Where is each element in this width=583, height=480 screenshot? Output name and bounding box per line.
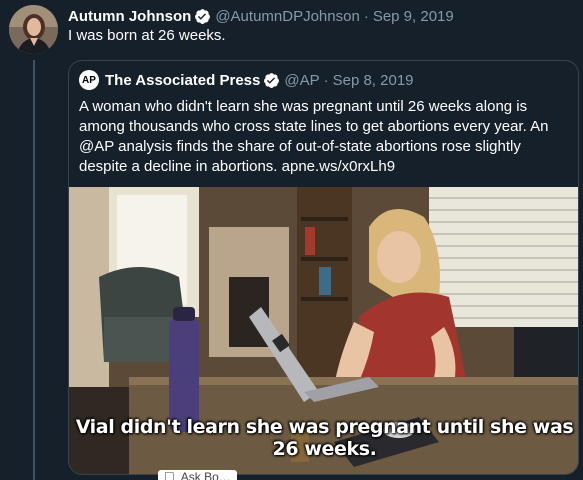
checkbox-icon[interactable]: ☐	[164, 470, 175, 480]
quoted-tweet-header: AP The Associated Press @AP · Sep 8, 201…	[79, 69, 414, 91]
tweet-text: I was born at 26 weeks.	[68, 27, 226, 44]
video-player[interactable]: Vial didn't learn she was pregnant until…	[69, 187, 578, 474]
thread-line	[33, 60, 35, 480]
header-separator: ·	[363, 7, 369, 25]
ap-logo-avatar[interactable]: AP	[79, 70, 99, 90]
author-avatar[interactable]	[9, 5, 58, 54]
quoted-tweet[interactable]: AP The Associated Press @AP · Sep 8, 201…	[68, 60, 579, 475]
author-name[interactable]: Autumn Johnson	[68, 8, 191, 25]
header-separator: ·	[323, 71, 329, 89]
quoted-author-name[interactable]: The Associated Press	[105, 72, 260, 89]
avatar-photo	[9, 5, 58, 54]
verified-badge-icon	[194, 8, 211, 25]
tweet-date[interactable]: Sep 9, 2019	[373, 8, 454, 25]
partial-toolbar: ☐ Ask Bo…	[158, 470, 237, 480]
quoted-tweet-date[interactable]: Sep 8, 2019	[333, 72, 414, 89]
quoted-author-handle[interactable]: @AP	[284, 72, 319, 89]
tweet[interactable]: Autumn Johnson @AutumnDPJohnson · Sep 9,…	[0, 0, 583, 480]
author-handle[interactable]: @AutumnDPJohnson	[215, 8, 359, 25]
toolbar-label[interactable]: Ask Bo…	[181, 470, 231, 480]
quoted-tweet-text: A woman who didn't learn she was pregnan…	[79, 98, 549, 175]
verified-badge-icon	[263, 72, 280, 89]
tweet-header: Autumn Johnson @AutumnDPJohnson · Sep 9,…	[68, 6, 454, 26]
video-caption: Vial didn't learn she was pregnant until…	[75, 416, 574, 460]
